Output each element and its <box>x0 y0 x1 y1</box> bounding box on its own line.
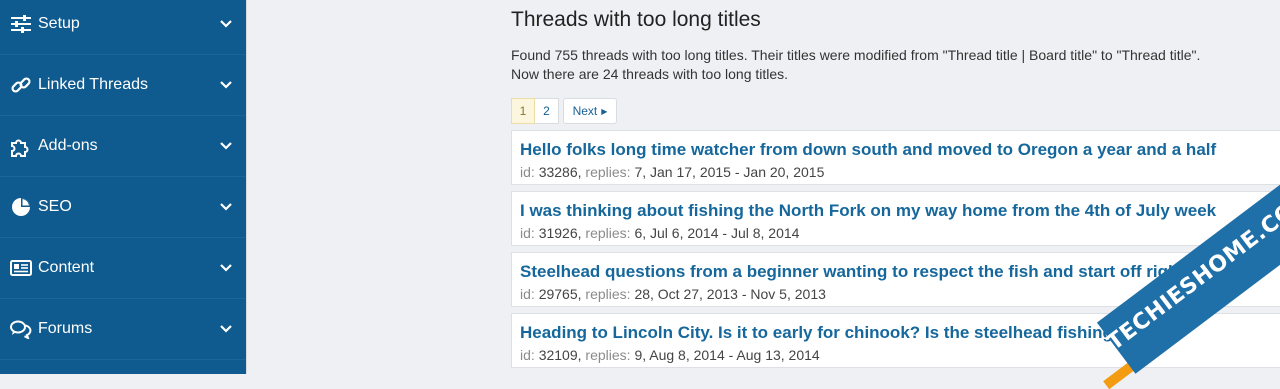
thread-meta: id: 31926, replies: 6, Jul 6, 2014 - Jul… <box>520 225 799 241</box>
sidebar-item-seo[interactable]: SEO <box>0 177 246 238</box>
chevron-down-icon <box>220 81 232 89</box>
thread-meta: id: 33286, replies: 7, Jan 17, 2015 - Ja… <box>520 164 824 180</box>
thread-title-link[interactable]: I was thinking about fishing the North F… <box>520 201 1216 221</box>
page-description: Found 755 threads with too long titles. … <box>511 46 1200 84</box>
sidebar-item-label: SEO <box>38 198 72 215</box>
thread-id: 29765, <box>538 286 582 302</box>
replies-label: replies: <box>585 286 631 302</box>
description-line-2: Now there are 24 threads with too long t… <box>511 66 789 82</box>
pie-chart-icon <box>10 196 32 218</box>
sidebar-item-forums[interactable]: Forums <box>0 299 246 360</box>
sidebar-item-content[interactable]: Content <box>0 238 246 299</box>
sidebar-nav: Setup Linked Threads Add-ons SEO Content <box>0 0 246 374</box>
replies-label: replies: <box>585 347 631 363</box>
thread-row: I was thinking about fishing the North F… <box>511 191 1280 246</box>
chevron-down-icon <box>220 142 232 150</box>
id-label: id: <box>520 347 535 363</box>
id-label: id: <box>520 164 535 180</box>
thread-id: 31926, <box>538 225 582 241</box>
thread-row: Hello folks long time watcher from down … <box>511 130 1280 185</box>
sidebar-item-label: Setup <box>38 15 80 32</box>
id-label: id: <box>520 286 535 302</box>
sidebar-item-label: Linked Threads <box>38 76 148 93</box>
thread-replies-dates: 28, Oct 27, 2013 - Nov 5, 2013 <box>634 286 826 302</box>
page-1-button[interactable]: 1 <box>511 98 535 124</box>
thread-id: 32109, <box>538 347 582 363</box>
thread-id: 33286, <box>538 164 582 180</box>
sidebar-item-setup[interactable]: Setup <box>0 0 246 55</box>
caret-right-icon: ▶ <box>601 106 608 116</box>
thread-title-link[interactable]: Hello folks long time watcher from down … <box>520 140 1216 160</box>
sidebar-item-add-ons[interactable]: Add-ons <box>0 116 246 177</box>
sidebar-item-linked-threads[interactable]: Linked Threads <box>0 55 246 116</box>
newspaper-icon <box>10 257 32 279</box>
thread-replies-dates: 9, Aug 8, 2014 - Aug 13, 2014 <box>634 347 820 363</box>
replies-label: replies: <box>585 225 631 241</box>
chevron-down-icon <box>220 20 232 28</box>
sidebar-item-label: Add-ons <box>38 137 98 154</box>
pagination: 1 2 Next ▶ <box>511 98 617 124</box>
chevron-down-icon <box>220 264 232 272</box>
replies-label: replies: <box>585 164 631 180</box>
chevron-down-icon <box>220 203 232 211</box>
thread-meta: id: 32109, replies: 9, Aug 8, 2014 - Aug… <box>520 347 820 363</box>
thread-meta: id: 29765, replies: 28, Oct 27, 2013 - N… <box>520 286 826 302</box>
sliders-icon <box>10 13 32 35</box>
sidebar-divider <box>246 0 247 374</box>
description-line-1: Found 755 threads with too long titles. … <box>511 47 1201 63</box>
link-icon <box>10 74 32 96</box>
sidebar-item-label: Forums <box>38 320 93 337</box>
id-label: id: <box>520 225 535 241</box>
thread-replies-dates: 7, Jan 17, 2015 - Jan 20, 2015 <box>634 164 825 180</box>
chevron-down-icon <box>220 325 232 333</box>
comments-icon <box>10 318 32 340</box>
sidebar-item-label: Content <box>38 259 95 276</box>
thread-replies-dates: 6, Jul 6, 2014 - Jul 8, 2014 <box>634 225 800 241</box>
puzzle-icon <box>10 135 32 157</box>
thread-title-link[interactable]: Steelhead questions from a beginner want… <box>520 262 1184 282</box>
next-page-button[interactable]: Next ▶ <box>563 98 617 124</box>
page-title: Threads with too long titles <box>511 8 761 31</box>
thread-title-link[interactable]: Heading to Lincoln City. Is it to early … <box>520 323 1147 343</box>
page-2-button[interactable]: 2 <box>535 98 559 124</box>
next-label: Next <box>572 104 598 118</box>
